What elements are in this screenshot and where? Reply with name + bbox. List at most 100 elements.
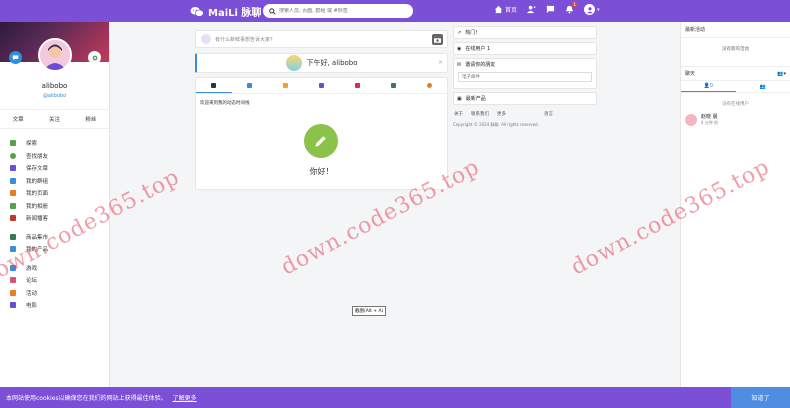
home-icon: [494, 5, 503, 14]
home-link[interactable]: 首页: [494, 5, 517, 14]
bookmark-icon: [10, 165, 16, 172]
tab-places[interactable]: [411, 78, 447, 93]
trending-widget[interactable]: ↗ 热门!: [453, 26, 597, 39]
sidebar-item-news[interactable]: 新闻播客: [0, 212, 109, 225]
greeting-text: 下午好, alibobo: [306, 59, 358, 67]
map-pin-icon: [426, 83, 432, 88]
sidebar-item-find-friends[interactable]: 查找朋友: [0, 150, 109, 163]
text-icon: [247, 83, 253, 88]
accept-cookies-button[interactable]: 知道了: [731, 387, 790, 408]
footer-about-link[interactable]: 关于: [454, 111, 463, 117]
avatar-illustration: [40, 40, 70, 70]
pencil-icon: [315, 136, 326, 147]
logo[interactable]: MaiLi 脉聊: [190, 4, 261, 19]
sidebar-item-events[interactable]: 活动: [0, 287, 109, 300]
post-composer[interactable]: 有什么新鲜事想告诉大家?: [195, 30, 448, 48]
gamepad-icon: [10, 264, 16, 271]
wechat-icon: [190, 6, 204, 17]
logo-text: MaiLi 脉聊: [208, 8, 262, 19]
tab-music[interactable]: [339, 78, 375, 93]
greeting-banner: 下午好, alibobo ×: [195, 53, 448, 73]
chevron-down-icon: ▾: [597, 6, 600, 13]
tab-posts[interactable]: 文章: [13, 115, 24, 123]
eye-icon: ◉: [457, 45, 462, 52]
video-icon: [319, 83, 324, 88]
camera-button[interactable]: [432, 34, 443, 45]
left-sidebar: alibobo @alibobo 文章 关注 粉丝 探索 查找朋友 保存文章 我…: [0, 22, 110, 387]
group-chat-icon[interactable]: 👥▾: [777, 71, 786, 77]
camera-icon: [434, 37, 441, 43]
tab-text[interactable]: [232, 78, 268, 93]
close-icon[interactable]: ×: [438, 59, 443, 66]
footer-links: 关于 联系我们 更多 语言: [453, 111, 597, 117]
tab-all[interactable]: [196, 78, 232, 93]
settings-button[interactable]: [88, 51, 101, 64]
mail-icon: ✉: [457, 61, 462, 68]
activity-empty: 没有新的活动: [722, 47, 749, 52]
notification-badge: 1: [572, 2, 578, 7]
sidebar-item-saved-posts[interactable]: 保存文章: [0, 162, 109, 175]
sidebar-menu: 探索 查找朋友 保存文章 我的群组 我的页面 我的相册 新闻播客 商品集市 我的…: [0, 137, 109, 312]
chat-icon: [546, 5, 555, 14]
profile-handle[interactable]: @alibobo: [0, 93, 109, 99]
sidebar-item-pages[interactable]: 我的页面: [0, 187, 109, 200]
sidebar-item-games[interactable]: 游戏: [0, 262, 109, 275]
chat-title: 聊天: [685, 71, 696, 77]
user-menu[interactable]: ▾: [584, 4, 600, 15]
friend-requests-button[interactable]: [527, 5, 536, 14]
main-feed-column: 有什么新鲜事想告诉大家? 下午好, alibobo × 欢迎来到我的动态时间线 …: [195, 30, 448, 190]
search-icon: [269, 7, 276, 15]
tab-offline[interactable]: 👥: [736, 81, 790, 92]
messages-button[interactable]: [546, 5, 555, 14]
list-item[interactable]: 赵晓 晨 4 分钟 前: [681, 107, 790, 132]
bag-icon: ▣: [457, 95, 462, 102]
search-input[interactable]: [279, 8, 409, 14]
notifications-button[interactable]: 1: [565, 2, 578, 14]
sidebar-item-market[interactable]: 商品集市: [0, 231, 109, 244]
sidebar-item-forum[interactable]: 论坛: [0, 274, 109, 287]
feed-filter-tabs: [196, 78, 447, 94]
explore-icon: [10, 140, 16, 147]
tab-following[interactable]: 关注: [49, 115, 60, 123]
footer-more-link[interactable]: 更多: [497, 111, 506, 117]
tab-files[interactable]: [375, 78, 411, 93]
create-post-button[interactable]: [304, 124, 338, 158]
sidebar-item-albums[interactable]: 我的相册: [0, 200, 109, 213]
profile-name[interactable]: alibobo: [0, 82, 109, 90]
users-icon: 👥: [759, 83, 766, 90]
nav-right: 首页 1 ▾: [494, 2, 600, 15]
avatar: [685, 113, 697, 126]
profile-avatar[interactable]: [38, 38, 72, 72]
store-icon: [10, 233, 16, 240]
news-icon: [10, 215, 16, 222]
avatar: [201, 34, 211, 44]
tab-followers[interactable]: 粉丝: [85, 115, 96, 123]
profile-stats-tabs: 文章 关注 粉丝: [0, 109, 109, 129]
sidebar-item-explore[interactable]: 探索: [0, 137, 109, 150]
sidebar-item-movies[interactable]: 电影: [0, 299, 109, 312]
composer-placeholder: 有什么新鲜事想告诉大家?: [215, 36, 273, 43]
messenger-button[interactable]: [9, 51, 22, 64]
friend-name: 赵晓 晨: [701, 114, 718, 120]
footer-contact-link[interactable]: 联系我们: [471, 111, 489, 117]
tab-online[interactable]: 👤 0: [681, 81, 736, 92]
search-box[interactable]: [263, 4, 413, 18]
image-icon: [283, 83, 289, 88]
sidebar-item-products[interactable]: 我的产品: [0, 243, 109, 256]
friend-last-seen: 4 分钟 前: [701, 120, 719, 125]
activity-panel: 最新活动 没有新的活动 聊天 👥▾ 👤 0 👥 没有在线用户 赵晓 晨 4 分钟 …: [680, 22, 790, 387]
sun-icon: [286, 55, 303, 71]
learn-more-link[interactable]: 了解更多: [173, 393, 197, 402]
sidebar-item-groups[interactable]: 我的群组: [0, 175, 109, 188]
online-users-widget[interactable]: ◉ 在线用户 1: [453, 42, 597, 55]
screenshot-tooltip: 截图(Alt + A): [352, 306, 387, 316]
chat-tabs: 👤 0 👥: [681, 81, 790, 93]
tab-photos[interactable]: [268, 78, 304, 93]
latest-products-widget[interactable]: ▣ 最新产品: [453, 92, 597, 105]
footer-language-link[interactable]: 语言: [544, 111, 553, 117]
group-icon: [10, 177, 16, 184]
add-user-icon: [527, 5, 536, 14]
tab-videos[interactable]: [304, 78, 340, 93]
email-field[interactable]: [458, 72, 592, 82]
user-icon: [586, 6, 593, 13]
